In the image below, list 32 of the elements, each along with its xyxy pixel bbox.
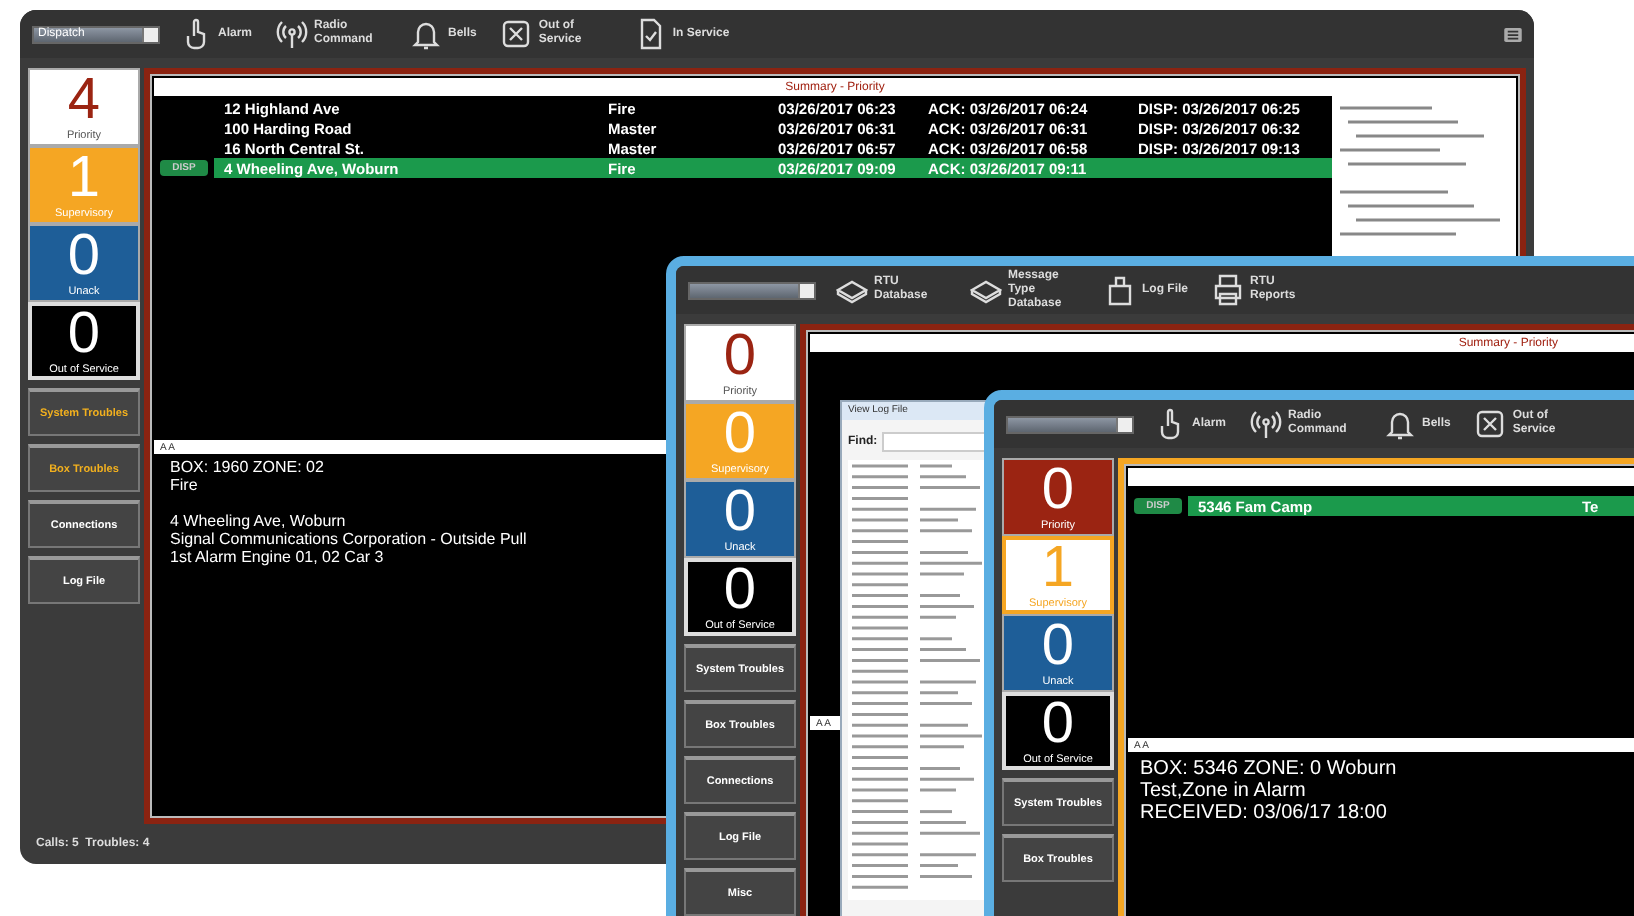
- radio-waves-icon: [276, 18, 309, 50]
- printer-icon: [1212, 274, 1244, 306]
- detail-text: 4 Wheeling Ave, Woburn: [170, 512, 346, 530]
- dropdown[interactable]: [688, 281, 816, 299]
- count: 0: [723, 406, 757, 464]
- bell-icon: [410, 18, 443, 50]
- count: 0: [67, 306, 101, 364]
- count: 0: [1041, 696, 1075, 754]
- detail-text: BOX: 5346 ZONE: 0 Woburn: [1140, 758, 1397, 780]
- count: 0: [67, 228, 101, 286]
- count: 1: [1041, 540, 1075, 598]
- count: 0: [1041, 618, 1075, 676]
- x-box-icon: [1474, 408, 1507, 440]
- detail-text: RECEIVED: 03/06/17 18:00: [1140, 802, 1387, 824]
- count: 0: [1041, 462, 1075, 520]
- detail-text: Test,Zone in Alarm: [1140, 780, 1306, 802]
- dropdown[interactable]: [1006, 415, 1134, 433]
- detail-text: BOX: 1960 ZONE: 02: [170, 458, 324, 476]
- count: 4: [67, 72, 101, 130]
- count: 1: [67, 150, 101, 208]
- count: 0: [723, 328, 757, 386]
- count: 0: [723, 484, 757, 542]
- menu-icon[interactable]: [1504, 27, 1522, 41]
- bell-icon: [1384, 408, 1417, 440]
- x-box-icon: [500, 18, 533, 50]
- radio-waves-icon: [1250, 408, 1283, 440]
- find-field[interactable]: [881, 432, 988, 452]
- detail-text: Fire: [170, 476, 198, 494]
- detail-text: 1st Alarm Engine 01, 02 Car 3: [170, 548, 384, 566]
- count: 0: [723, 562, 757, 620]
- clipboard-icon: [1104, 274, 1136, 306]
- detail-text: Signal Communications Corporation - Outside Pull: [170, 530, 527, 548]
